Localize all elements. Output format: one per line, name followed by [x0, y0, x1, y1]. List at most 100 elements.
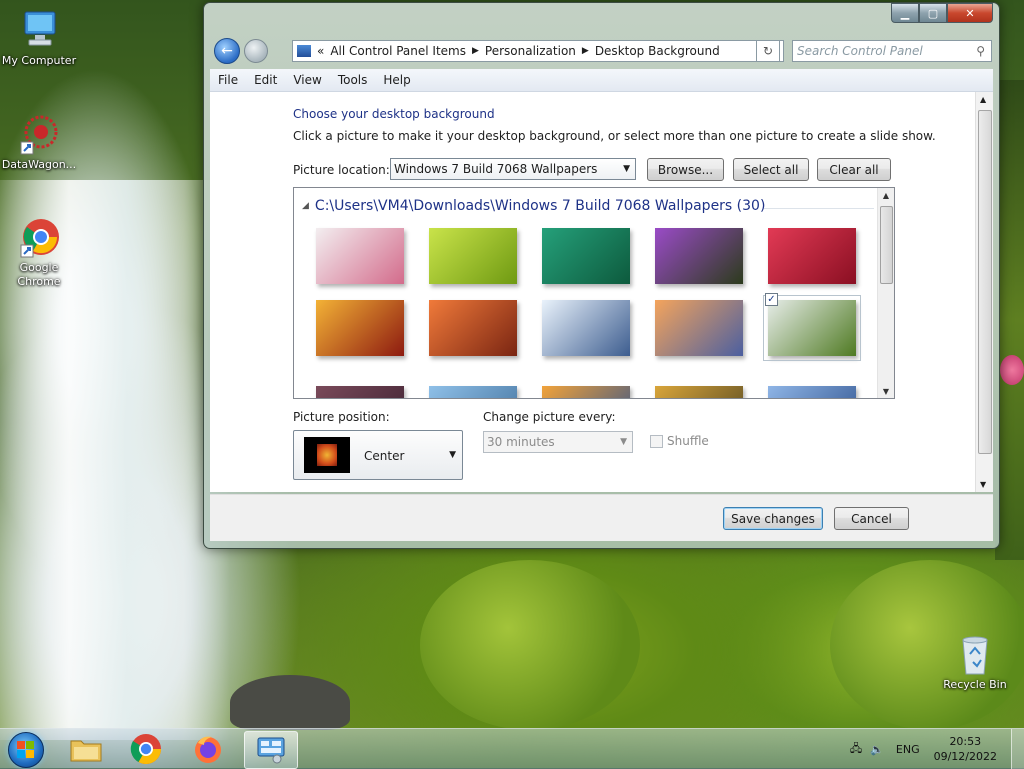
breadcrumb-arrow-icon[interactable]: ▶: [582, 46, 589, 56]
shuffle-label: Shuffle: [667, 434, 709, 448]
wallpaper-thumbnail-ice-lake[interactable]: [542, 300, 630, 356]
control-panel-icon: [257, 737, 285, 764]
wallpaper-rock: [230, 675, 350, 730]
dialog-footer: Save changes Cancel: [210, 494, 993, 541]
recycle-bin-icon: [953, 632, 997, 676]
shuffle-checkbox[interactable]: Shuffle: [650, 434, 709, 448]
wallpaper-thumbnail-partial-2[interactable]: [429, 386, 517, 398]
address-bar[interactable]: « All Control Panel Items ▶ Personalizat…: [292, 40, 784, 62]
position-preview-icon: [304, 437, 350, 473]
menu-tools[interactable]: Tools: [330, 73, 376, 87]
picture-location-select[interactable]: Windows 7 Build 7068 Wallpapers ▼: [390, 158, 636, 180]
wallpaper-thumbnail-partial-3[interactable]: [542, 386, 630, 398]
scroll-up-icon[interactable]: ▲: [980, 95, 986, 104]
clear-all-button[interactable]: Clear all: [817, 158, 891, 181]
scroll-up-icon[interactable]: ▲: [878, 191, 894, 200]
breadcrumb-desktop-background[interactable]: Desktop Background: [595, 44, 720, 58]
wallpaper-thumbnail-partial-5[interactable]: [768, 386, 856, 398]
picture-position-value: Center: [364, 449, 405, 463]
volume-icon[interactable]: 🔈: [870, 743, 884, 756]
checkbox-checked-icon[interactable]: ✓: [765, 293, 778, 306]
forward-button[interactable]: [244, 39, 268, 63]
change-picture-select[interactable]: 30 minutes ▼: [483, 431, 633, 453]
collapse-icon[interactable]: ◢: [302, 201, 309, 211]
wallpaper-thumbnail-autumn-leaves[interactable]: [316, 300, 404, 356]
taskbar-chrome[interactable]: [120, 731, 172, 767]
wallpaper-thumbnail-sunset-coast[interactable]: [655, 300, 743, 356]
language-indicator[interactable]: ENG: [896, 743, 920, 756]
show-desktop-button[interactable]: [1011, 729, 1024, 769]
desktop-icon-my-computer[interactable]: My Computer: [1, 8, 77, 68]
control-panel-icon: [297, 45, 311, 57]
wallpaper-thumbnail-green-leaves[interactable]: [542, 228, 630, 284]
back-button[interactable]: ←: [214, 38, 240, 64]
navigation-bar: ← « All Control Panel Items ▶ Personaliz…: [212, 36, 992, 64]
chrome-icon: [17, 215, 61, 259]
browse-button[interactable]: Browse...: [647, 158, 724, 181]
close-button[interactable]: ✕: [947, 3, 993, 23]
picture-position-select[interactable]: Center ▼: [293, 430, 463, 480]
taskbar-explorer[interactable]: [60, 731, 112, 767]
page-title: Choose your desktop background: [293, 107, 495, 121]
picture-position-label: Picture position:: [293, 410, 390, 424]
start-button[interactable]: [8, 732, 44, 768]
menu-help[interactable]: Help: [375, 73, 418, 87]
picture-location-value: Windows 7 Build 7068 Wallpapers: [394, 162, 598, 176]
wallpaper-thumbnail-partial-1[interactable]: [316, 386, 404, 398]
gallery-scroll-thumb[interactable]: [880, 206, 893, 284]
page-description: Click a picture to make it your desktop …: [293, 129, 936, 143]
save-changes-button[interactable]: Save changes: [723, 507, 823, 530]
wallpaper-thumbnail-red-dahlia[interactable]: [768, 228, 856, 284]
taskbar-firefox[interactable]: [182, 731, 234, 767]
group-divider: [764, 208, 874, 209]
taskbar-control-panel[interactable]: [244, 731, 298, 769]
chevron-down-icon: ▼: [449, 450, 456, 460]
wallpaper-flower: [1000, 355, 1024, 385]
page-scrollbar[interactable]: ▲ ▼: [975, 92, 993, 492]
clock[interactable]: 20:53 09/12/2022: [924, 734, 1011, 764]
menu-edit[interactable]: Edit: [246, 73, 285, 87]
refresh-button[interactable]: ↻: [756, 40, 780, 62]
desktop-icon-recycle-bin[interactable]: Recycle Bin: [937, 632, 1013, 692]
picture-location-label: Picture location:: [293, 163, 390, 177]
select-all-button[interactable]: Select all: [733, 158, 809, 181]
breadcrumb-arrow-icon[interactable]: ▶: [472, 46, 479, 56]
search-box[interactable]: Search Control Panel ⚲: [792, 40, 992, 62]
menu-file[interactable]: File: [210, 73, 246, 87]
address-overflow[interactable]: «: [317, 44, 324, 58]
firefox-icon: [195, 736, 221, 763]
desktop-icon-google-chrome[interactable]: Google Chrome: [1, 215, 77, 289]
desktop-background-window: ▁ ▢ ✕ ← « All Control Panel Items ▶ Pers…: [203, 2, 1000, 549]
wallpaper-thumbnail-green-succulent[interactable]: [429, 228, 517, 284]
search-placeholder: Search Control Panel: [797, 44, 923, 58]
search-icon[interactable]: ⚲: [976, 44, 985, 58]
gallery-scrollbar[interactable]: ▲ ▼: [877, 188, 894, 398]
minimize-button[interactable]: ▁: [891, 3, 919, 23]
computer-icon: [17, 8, 61, 52]
wallpaper-moss: [420, 560, 640, 730]
gallery-group-header[interactable]: ◢ C:\Users\VM4\Downloads\Windows 7 Build…: [302, 198, 765, 214]
wallpaper-thumbnail-white-flower[interactable]: [316, 228, 404, 284]
maximize-button[interactable]: ▢: [919, 3, 947, 23]
scroll-down-icon[interactable]: ▼: [980, 480, 986, 489]
network-icon[interactable]: 🖧: [850, 740, 862, 759]
wallpaper-thumbnail-waterfall[interactable]: [763, 295, 861, 361]
wallpaper-thumbnail-red-canyon[interactable]: [429, 300, 517, 356]
taskbar: 🖧 🔈 ENG 20:53 09/12/2022: [0, 728, 1024, 769]
cancel-button[interactable]: Cancel: [834, 507, 909, 530]
folder-icon: [70, 740, 102, 762]
menu-view[interactable]: View: [285, 73, 329, 87]
gallery-group-title: C:\Users\VM4\Downloads\Windows 7 Build 7…: [314, 198, 766, 214]
chevron-down-icon: ▼: [620, 437, 627, 447]
wallpaper-thumbnail-purple-thistle[interactable]: [655, 228, 743, 284]
content-pane: Choose your desktop background Click a p…: [210, 92, 993, 492]
wallpaper-thumbnail-partial-4[interactable]: [655, 386, 743, 398]
caption-buttons: ▁ ▢ ✕: [891, 3, 993, 23]
checkbox-icon: [650, 434, 663, 448]
breadcrumb-all-control-panel-items[interactable]: All Control Panel Items: [330, 44, 466, 58]
breadcrumb-personalization[interactable]: Personalization: [485, 44, 576, 58]
scroll-down-icon[interactable]: ▼: [878, 387, 894, 396]
change-picture-value: 30 minutes: [487, 435, 555, 449]
page-scroll-thumb[interactable]: [978, 110, 992, 454]
desktop-icon-datawagon[interactable]: DataWagon...: [1, 112, 77, 172]
